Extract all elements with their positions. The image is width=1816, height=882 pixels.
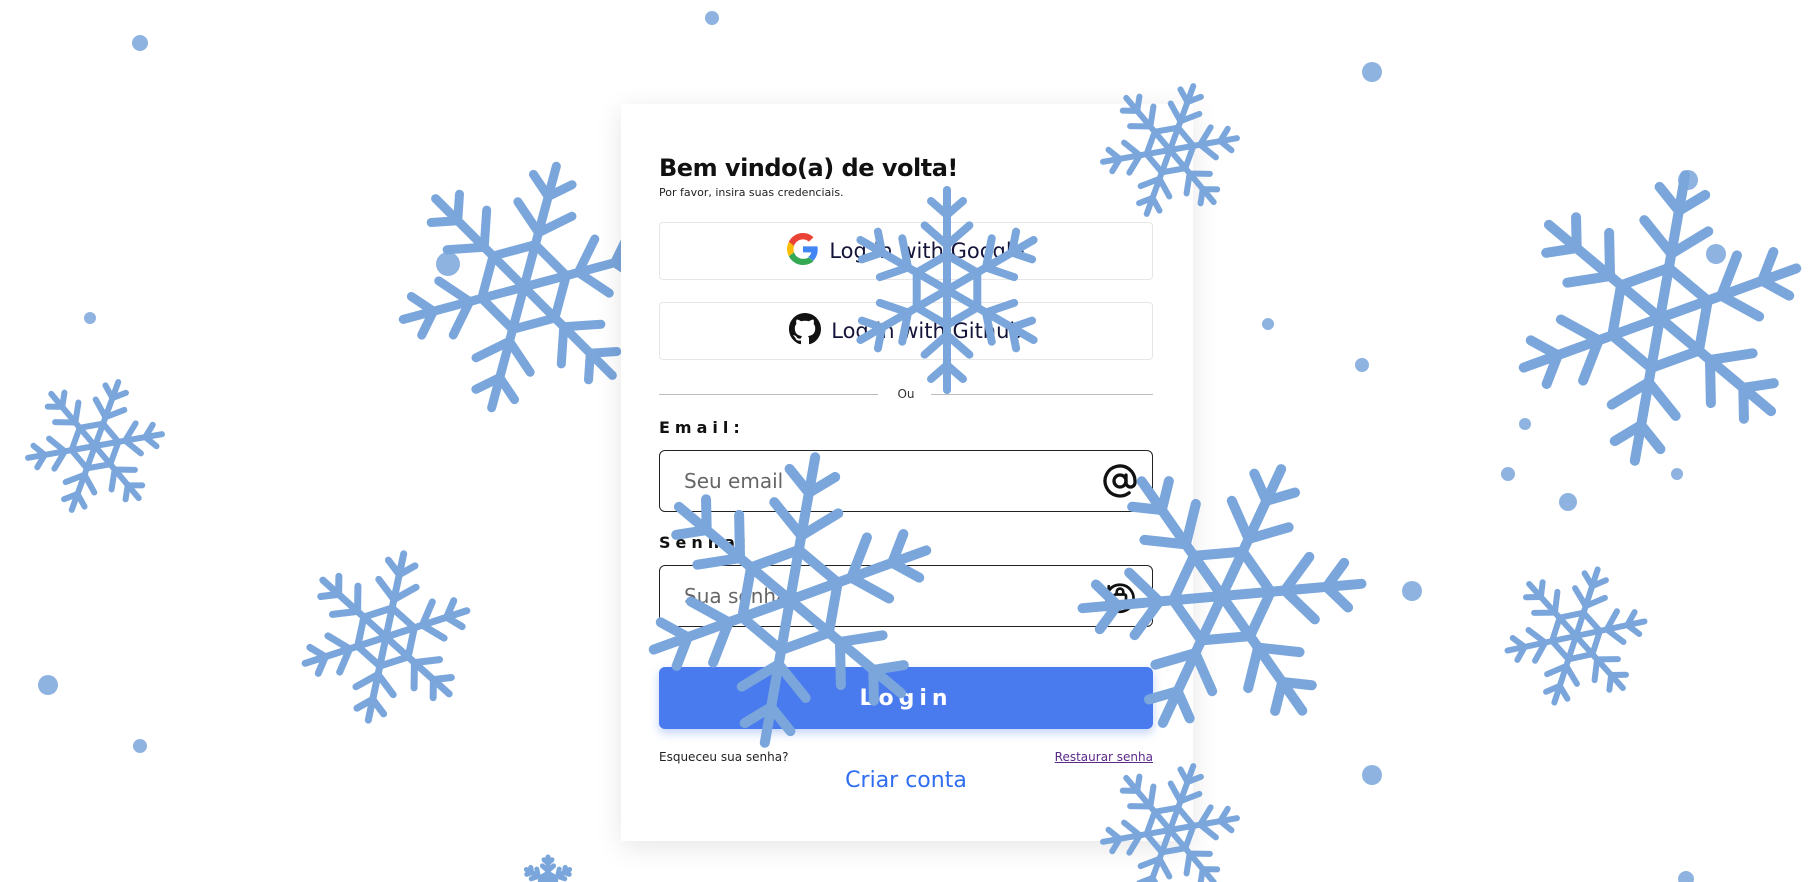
password-field-wrapper — [659, 565, 1153, 627]
restore-password-link[interactable]: Restaurar senha — [1055, 750, 1153, 764]
github-logo-icon — [789, 312, 822, 350]
snow-dot — [1355, 358, 1369, 372]
snow-dot — [436, 252, 460, 276]
snow-dot — [1362, 765, 1382, 785]
google-logo-icon — [787, 232, 819, 270]
forgot-password-text: Esqueceu sua senha? — [659, 750, 789, 764]
snow-dot — [1519, 418, 1531, 430]
snow-dot — [133, 739, 147, 753]
snow-dot — [1559, 493, 1577, 511]
snowflake-icon — [301, 550, 471, 724]
snow-dot — [1402, 581, 1422, 601]
snow-dot — [1678, 170, 1698, 190]
password-input[interactable] — [660, 566, 1090, 626]
snow-dot — [1362, 62, 1382, 82]
page-title: Bem vindo(a) de volta! — [659, 154, 958, 182]
snowflake-icon — [25, 379, 165, 513]
google-login-label: Log in with Google — [829, 239, 1025, 263]
email-field-wrapper — [659, 450, 1153, 512]
github-login-label: Log in with Github — [831, 319, 1023, 343]
password-label: Senha: — [659, 533, 752, 552]
email-input[interactable] — [660, 451, 1090, 511]
snowflake-icon — [523, 854, 573, 882]
snow-dot — [1262, 318, 1274, 330]
google-login-button[interactable]: Log in with Google — [659, 222, 1153, 280]
snow-dot — [132, 35, 148, 51]
snowflake-icon — [1518, 170, 1802, 466]
snow-dot — [1706, 244, 1726, 264]
snow-dot — [1671, 468, 1683, 480]
email-label: Email: — [659, 418, 745, 437]
snow-dot — [1678, 871, 1694, 882]
login-button[interactable]: Login — [659, 667, 1153, 729]
snow-dot — [38, 675, 58, 695]
or-divider: Ou — [659, 387, 1153, 401]
login-card: Bem vindo(a) de volta! Por favor, insira… — [621, 104, 1193, 841]
create-account-link[interactable]: Criar conta — [659, 768, 1153, 793]
page-subtitle: Por favor, insira suas credenciais. — [659, 186, 844, 199]
snow-dot — [84, 312, 96, 324]
github-login-button[interactable]: Log in with Github — [659, 302, 1153, 360]
snowflake-icon — [1504, 566, 1648, 706]
lock-rotate-icon — [1102, 583, 1135, 614]
divider-line-right — [931, 394, 1153, 395]
snow-dot — [705, 11, 719, 25]
snow-dot — [1501, 467, 1515, 481]
at-sign-icon — [1103, 464, 1137, 498]
